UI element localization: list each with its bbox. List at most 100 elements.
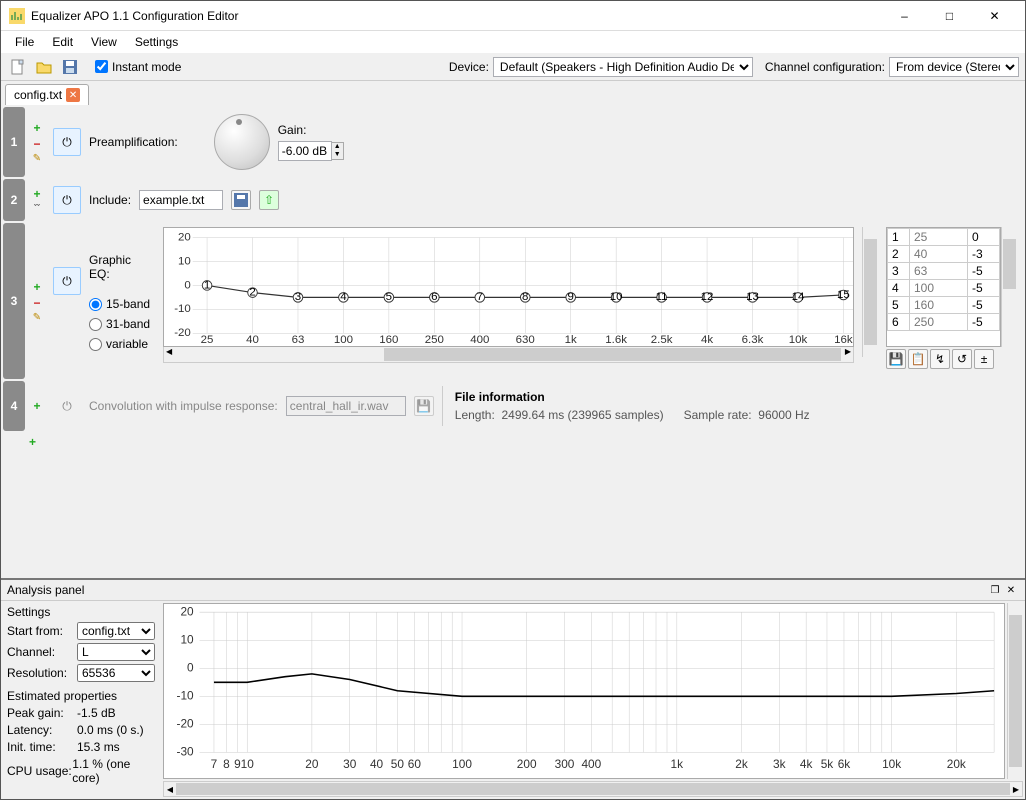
edit-filter-icon[interactable]: ✎ [33,153,41,164]
svg-text:0: 0 [187,660,194,674]
svg-text:2: 2 [249,286,255,298]
svg-text:1: 1 [204,279,210,291]
svg-text:60: 60 [408,757,421,771]
start-from-select[interactable]: config.txt [77,622,155,640]
svg-text:4k: 4k [800,757,813,771]
eq-chart[interactable]: 20100-10-20 123456789101112131415 254063… [163,227,854,347]
app-icon [9,8,25,24]
include-label: Include: [89,193,131,207]
gain-spinner[interactable]: ▲▼ [278,141,344,161]
gain-label: Gain: [278,123,344,137]
add-filter-icon[interactable]: + [33,280,40,294]
browse-ir-button[interactable]: 💾 [414,396,434,416]
svg-text:13: 13 [746,291,759,303]
add-filter-icon[interactable]: + [33,121,40,135]
power-toggle[interactable]: ⏻ [53,186,81,214]
gain-input[interactable] [278,141,332,161]
eq-normalize-icon[interactable]: ± [974,349,994,369]
power-toggle[interactable]: ⏻ [53,128,81,156]
svg-text:6k: 6k [838,757,851,771]
resolution-select[interactable]: 65536 [77,664,155,682]
svg-text:40: 40 [370,757,383,771]
add-filter-icon[interactable]: + [33,399,40,413]
analysis-chart[interactable]: 20100-10-20-30 7891020304050601002003004… [163,603,1005,779]
svg-text:10: 10 [178,255,191,267]
eq-invert-icon[interactable]: ↯ [930,349,950,369]
minimize-button[interactable]: – [882,1,927,30]
filter-include: 2 + ˇˇ ⏻ Include: ⇧ [3,179,1023,221]
eq-band-table[interactable]: 1250240-3363-54100-55160-56250-5 [886,227,1001,347]
svg-text:7: 7 [477,291,483,303]
band-variable-radio[interactable]: variable [89,337,155,351]
tab-close-icon[interactable]: ✕ [66,88,80,102]
svg-text:100: 100 [334,334,353,343]
eq-copy-icon[interactable]: 📋 [908,349,928,369]
menu-edit[interactable]: Edit [44,33,81,51]
analysis-hscrollbar[interactable]: ◀▶ [163,781,1023,797]
maximize-button[interactable]: □ [927,1,972,30]
svg-text:1k: 1k [671,757,684,771]
svg-text:3k: 3k [773,757,786,771]
svg-text:8: 8 [522,291,528,303]
eq-save-icon[interactable]: 💾 [886,349,906,369]
power-toggle-off[interactable]: ⏻ [53,392,81,420]
tab-label: config.txt [14,88,62,102]
settings-heading: Settings [7,605,155,619]
analysis-vscrollbar[interactable] [1007,603,1023,779]
svg-text:-10: -10 [177,688,194,702]
svg-text:3: 3 [295,291,301,303]
instant-mode-checkbox[interactable]: Instant mode [95,60,181,74]
filter-index: 3 [3,223,25,379]
svg-text:0: 0 [184,279,190,291]
channel-select[interactable]: L [77,643,155,661]
eq-table-vscrollbar[interactable] [1001,227,1017,347]
svg-text:1.6k: 1.6k [605,334,627,343]
channel-config-select[interactable]: From device (Stereo) [889,57,1019,77]
new-file-button[interactable] [7,56,29,78]
open-include-button[interactable]: ⇧ [259,190,279,210]
svg-text:-10: -10 [174,303,191,315]
add-filter-end-icon[interactable]: + [29,435,36,449]
svg-text:2.5k: 2.5k [651,334,673,343]
menu-settings[interactable]: Settings [127,33,186,51]
svg-text:4: 4 [340,291,347,303]
add-filter-icon[interactable]: + [33,187,40,201]
expand-icon[interactable]: ˇˇ [34,203,40,213]
ir-file-input [286,396,406,416]
svg-text:1k: 1k [565,334,577,343]
svg-text:15: 15 [837,289,850,301]
eq-hscrollbar[interactable]: ◀ ▶ [163,347,854,363]
close-button[interactable]: ✕ [972,1,1017,30]
svg-text:10: 10 [610,291,623,303]
remove-filter-icon[interactable]: − [33,137,40,151]
band-15-radio[interactable]: 15-band [89,297,155,311]
svg-text:5: 5 [386,291,392,303]
eq-vscrollbar[interactable] [862,227,878,357]
analysis-panel: Analysis panel ❐ ✕ Settings Start from:c… [1,578,1025,799]
undock-icon[interactable]: ❐ [987,582,1003,598]
remove-filter-icon[interactable]: − [33,296,40,310]
file-tab[interactable]: config.txt ✕ [5,84,89,105]
open-file-button[interactable] [33,56,55,78]
menu-file[interactable]: File [7,33,42,51]
svg-text:-20: -20 [177,716,194,730]
include-file-input[interactable] [139,190,223,210]
svg-text:16k: 16k [834,334,853,343]
band-31-radio[interactable]: 31-band [89,317,155,331]
power-toggle[interactable]: ⏻ [53,267,81,295]
svg-text:160: 160 [379,334,398,343]
close-panel-icon[interactable]: ✕ [1003,582,1019,598]
titlebar: Equalizer APO 1.1 Configuration Editor –… [1,1,1025,31]
menu-view[interactable]: View [83,33,125,51]
svg-text:10: 10 [180,632,193,646]
svg-text:5k: 5k [821,757,834,771]
save-file-button[interactable] [59,56,81,78]
svg-text:8: 8 [223,757,230,771]
browse-file-button[interactable] [231,190,251,210]
gain-knob[interactable] [214,114,270,170]
svg-text:-30: -30 [177,744,194,758]
device-select[interactable]: Default (Speakers - High Definition Audi… [493,57,753,77]
eq-reset-icon[interactable]: ↺ [952,349,972,369]
edit-filter-icon[interactable]: ✎ [33,312,41,323]
window-title: Equalizer APO 1.1 Configuration Editor [31,9,882,23]
